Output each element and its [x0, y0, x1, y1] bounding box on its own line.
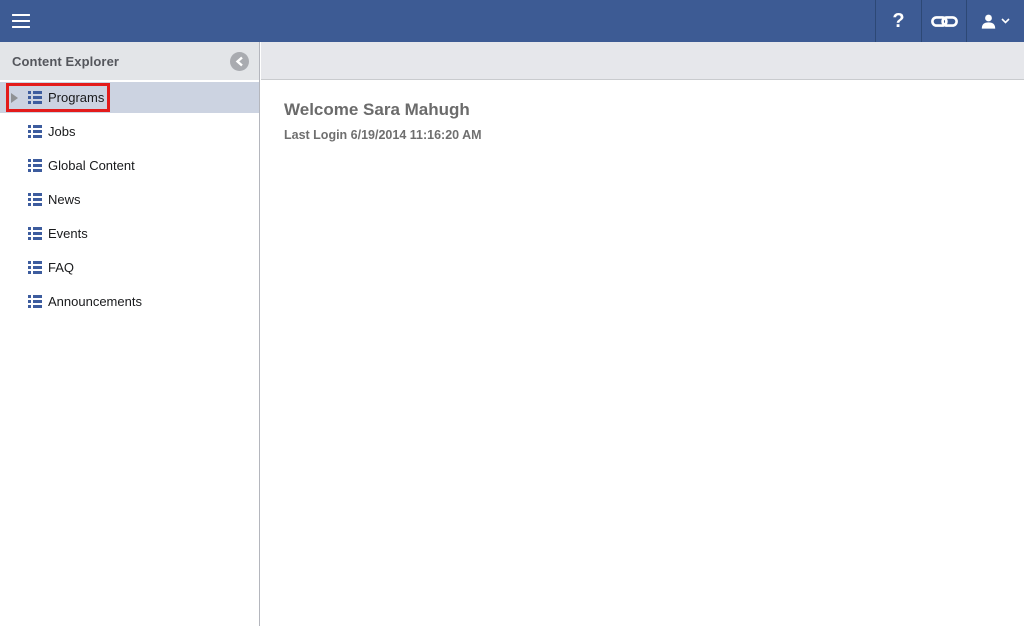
user-menu-button[interactable]	[966, 0, 1024, 42]
link-icon	[931, 14, 958, 29]
link-button[interactable]	[921, 0, 966, 42]
list-icon	[28, 193, 42, 206]
list-icon	[28, 125, 42, 138]
list-icon	[28, 159, 42, 172]
chevron-down-icon	[1001, 18, 1010, 24]
last-login-text: Last Login 6/19/2014 11:16:20 AM	[284, 128, 1024, 142]
sidebar-item-news[interactable]: News	[0, 184, 259, 215]
sidebar-item-announcements[interactable]: Announcements	[0, 286, 259, 317]
main-area: Welcome Sara Mahugh Last Login 6/19/2014…	[261, 42, 1024, 626]
sidebar-item-events[interactable]: Events	[0, 218, 259, 249]
list-icon	[28, 91, 42, 104]
main-header-strip	[261, 42, 1024, 80]
user-icon	[981, 14, 996, 29]
sidebar-item-programs[interactable]: Programs	[0, 82, 259, 113]
chevron-left-icon	[235, 56, 244, 67]
sidebar-item-jobs[interactable]: Jobs	[0, 116, 259, 147]
list-icon	[28, 295, 42, 308]
sidebar-nav: Programs Jobs Global Content News Events…	[0, 80, 259, 317]
top-bar-actions: ?	[875, 0, 1024, 42]
collapse-sidebar-button[interactable]	[230, 52, 249, 71]
caret-right-icon[interactable]	[11, 93, 18, 103]
list-icon	[28, 227, 42, 240]
sidebar-item-label: Programs	[48, 90, 104, 105]
hamburger-icon	[12, 14, 30, 17]
sidebar-item-label: News	[48, 192, 81, 207]
top-bar: ?	[0, 0, 1024, 42]
question-mark-icon: ?	[892, 11, 904, 31]
sidebar: Content Explorer Programs Jobs Global Co…	[0, 42, 260, 626]
sidebar-item-faq[interactable]: FAQ	[0, 252, 259, 283]
hamburger-menu-button[interactable]	[0, 0, 46, 42]
sidebar-item-label: FAQ	[48, 260, 74, 275]
welcome-panel: Welcome Sara Mahugh Last Login 6/19/2014…	[261, 80, 1024, 142]
sidebar-header: Content Explorer	[0, 42, 259, 80]
sidebar-item-label: Global Content	[48, 158, 135, 173]
sidebar-title: Content Explorer	[12, 54, 119, 69]
help-button[interactable]: ?	[875, 0, 921, 42]
welcome-heading: Welcome Sara Mahugh	[284, 100, 1024, 120]
list-icon	[28, 261, 42, 274]
sidebar-item-global-content[interactable]: Global Content	[0, 150, 259, 181]
sidebar-item-label: Announcements	[48, 294, 142, 309]
sidebar-item-label: Jobs	[48, 124, 75, 139]
sidebar-item-label: Events	[48, 226, 88, 241]
